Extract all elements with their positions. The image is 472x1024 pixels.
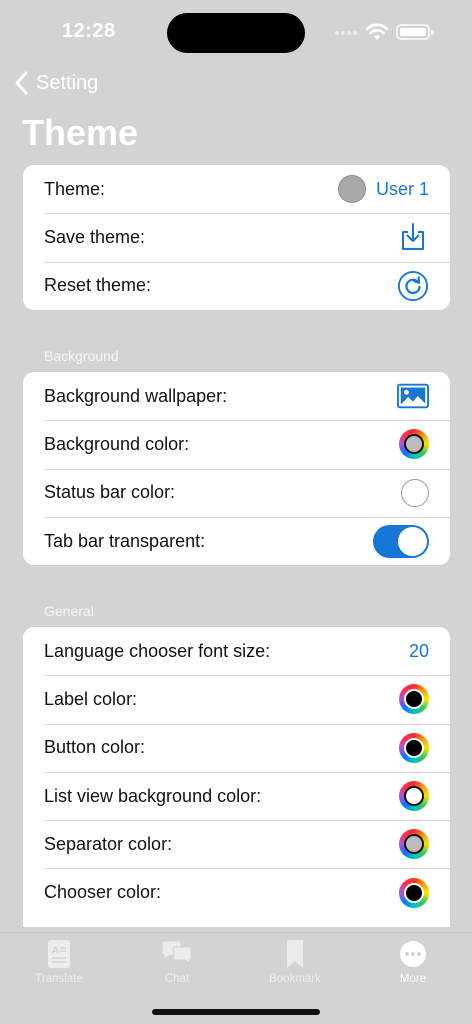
battery-icon [396, 24, 434, 40]
theme-screen: 12:28 Setting Theme Theme: User 1 Save t… [0, 0, 472, 1024]
reset-icon [397, 270, 429, 301]
tab-chat[interactable]: Chat [137, 939, 217, 985]
save-theme-row: Save theme: [23, 213, 450, 261]
theme-card: Theme: User 1 Save theme: Reset theme: [23, 165, 450, 310]
tab-bar-transparent-label: Tab bar transparent: [44, 530, 206, 551]
button-color-row: Button color: [23, 723, 450, 772]
tab-more[interactable]: More [373, 939, 453, 985]
tab-more-label: More [399, 973, 427, 985]
list-view-background-color-well[interactable] [399, 781, 429, 812]
status-bar: 12:28 [0, 0, 472, 60]
tab-translate[interactable]: A Translate [19, 939, 99, 985]
theme-row[interactable]: Theme: User 1 [23, 165, 450, 213]
back-label: Setting [36, 71, 99, 94]
theme-swatch [337, 175, 366, 204]
background-card: Background wallpaper: Background color: … [23, 372, 450, 566]
chooser-color-label: Chooser color: [44, 882, 162, 903]
save-theme-button[interactable] [397, 221, 429, 253]
list-view-background-color-label: List view background color: [44, 785, 262, 806]
cellular-signal-icon [335, 31, 357, 35]
download-icon [402, 223, 424, 251]
theme-value[interactable]: User 1 [376, 179, 429, 200]
tab-bookmark-label: Bookmark [269, 973, 321, 985]
chooser-color-well[interactable] [399, 877, 429, 908]
separator-color-row: Separator color: [23, 820, 450, 868]
tab-bar-transparent-row: Tab bar transparent: [23, 516, 450, 565]
tab-translate-label: Translate [35, 973, 83, 985]
general-section-header: General [44, 603, 94, 619]
label-color-row: Label color: [23, 675, 450, 723]
background-color-row: Background color: [23, 420, 450, 468]
language-chooser-font-size-row: Language chooser font size: 20 [23, 627, 450, 675]
translate-icon: A [48, 940, 70, 968]
reset-theme-label: Reset theme: [44, 275, 152, 296]
page-title: Theme [22, 112, 139, 153]
language-chooser-font-size-value[interactable]: 20 [409, 641, 429, 662]
more-icon [400, 941, 426, 967]
status-bar-color-label: Status bar color: [44, 482, 176, 503]
general-card: Language chooser font size: 20 Label col… [23, 627, 450, 927]
reset-theme-button[interactable] [397, 270, 429, 302]
button-color-label: Button color: [44, 737, 146, 758]
bookmark-icon [287, 940, 303, 968]
status-time: 12:28 [62, 20, 116, 42]
label-color-label: Label color: [44, 688, 138, 709]
home-indicator [152, 1009, 320, 1015]
dynamic-island [167, 13, 305, 53]
svg-text:A: A [52, 946, 59, 956]
status-bar-color-row: Status bar color: [23, 468, 450, 517]
separator-color-label: Separator color: [44, 833, 173, 854]
tab-bar-transparent-toggle[interactable] [373, 524, 429, 558]
status-bar-color-well[interactable] [401, 478, 429, 507]
button-color-well[interactable] [399, 732, 429, 763]
list-view-background-color-row: List view background color: [23, 771, 450, 820]
chat-icon [162, 941, 192, 966]
wifi-icon [365, 23, 389, 40]
label-color-well[interactable] [399, 684, 429, 715]
separator-color-well[interactable] [399, 829, 429, 860]
language-chooser-font-size-label: Language chooser font size: [44, 640, 271, 661]
save-theme-label: Save theme: [44, 226, 146, 247]
background-wallpaper-row: Background wallpaper: [23, 372, 450, 420]
background-color-well[interactable] [399, 429, 429, 460]
background-wallpaper-button[interactable] [397, 380, 429, 412]
tab-bookmark[interactable]: Bookmark [255, 939, 335, 985]
background-color-label: Background color: [44, 433, 190, 454]
back-button[interactable]: Setting [14, 70, 98, 96]
photo-icon [397, 383, 429, 409]
background-wallpaper-label: Background wallpaper: [44, 385, 228, 406]
reset-theme-row: Reset theme: [23, 261, 450, 310]
theme-label: Theme: [44, 178, 106, 199]
tab-chat-label: Chat [164, 973, 190, 985]
chevron-left-icon [15, 71, 28, 95]
chooser-color-row: Chooser color: [23, 868, 450, 916]
background-section-header: Background [44, 348, 119, 364]
